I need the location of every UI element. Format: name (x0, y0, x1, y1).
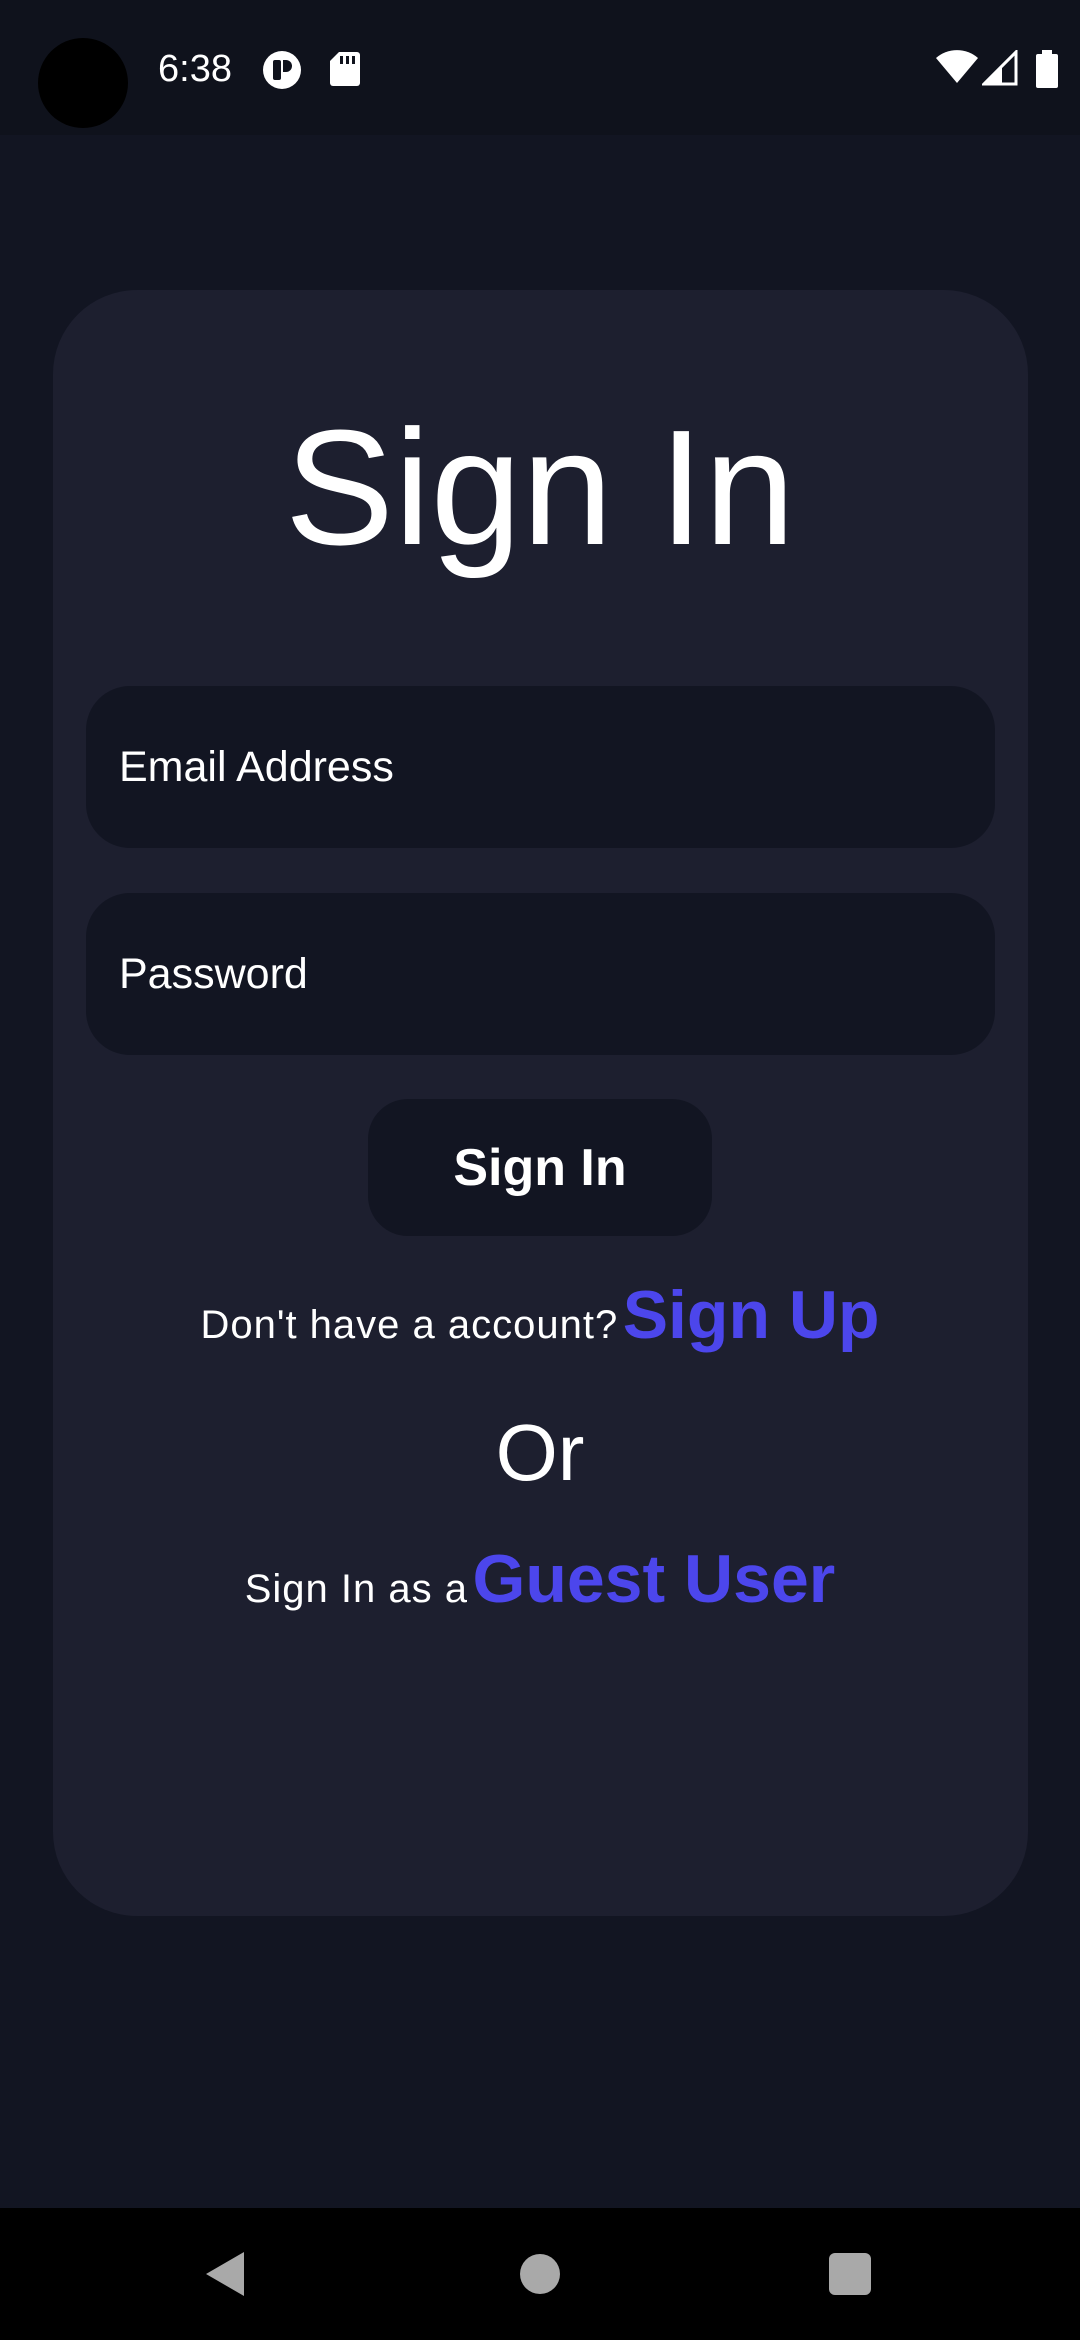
signup-prompt-text: Don't have a account? (200, 1303, 619, 1347)
page-title: Sign In (284, 396, 796, 579)
guest-prompt-row: Sign In as a Guest User (0, 1540, 1080, 1618)
email-field[interactable] (86, 686, 995, 848)
sign-in-button[interactable]: Sign In (368, 1099, 712, 1236)
battery-icon (1036, 50, 1058, 88)
back-icon[interactable] (204, 2250, 246, 2298)
camera-cutout (38, 38, 128, 128)
home-icon[interactable] (520, 2254, 560, 2294)
status-bar: 6:38 (0, 0, 1080, 135)
cell-signal-icon (982, 50, 1018, 88)
password-field[interactable] (86, 893, 995, 1055)
guest-prompt-text: Sign In as a (244, 1567, 468, 1611)
sd-card-icon (329, 50, 361, 88)
app-notification-icon (262, 50, 302, 89)
guest-user-link[interactable]: Guest User (472, 1541, 835, 1617)
status-time: 6:38 (158, 48, 232, 90)
wifi-icon (936, 50, 978, 88)
recents-icon[interactable] (829, 2253, 871, 2295)
or-divider-text: Or (495, 1408, 585, 1497)
sign-up-link[interactable]: Sign Up (623, 1277, 880, 1353)
signup-prompt-row: Don't have a account? Sign Up (0, 1276, 1080, 1354)
